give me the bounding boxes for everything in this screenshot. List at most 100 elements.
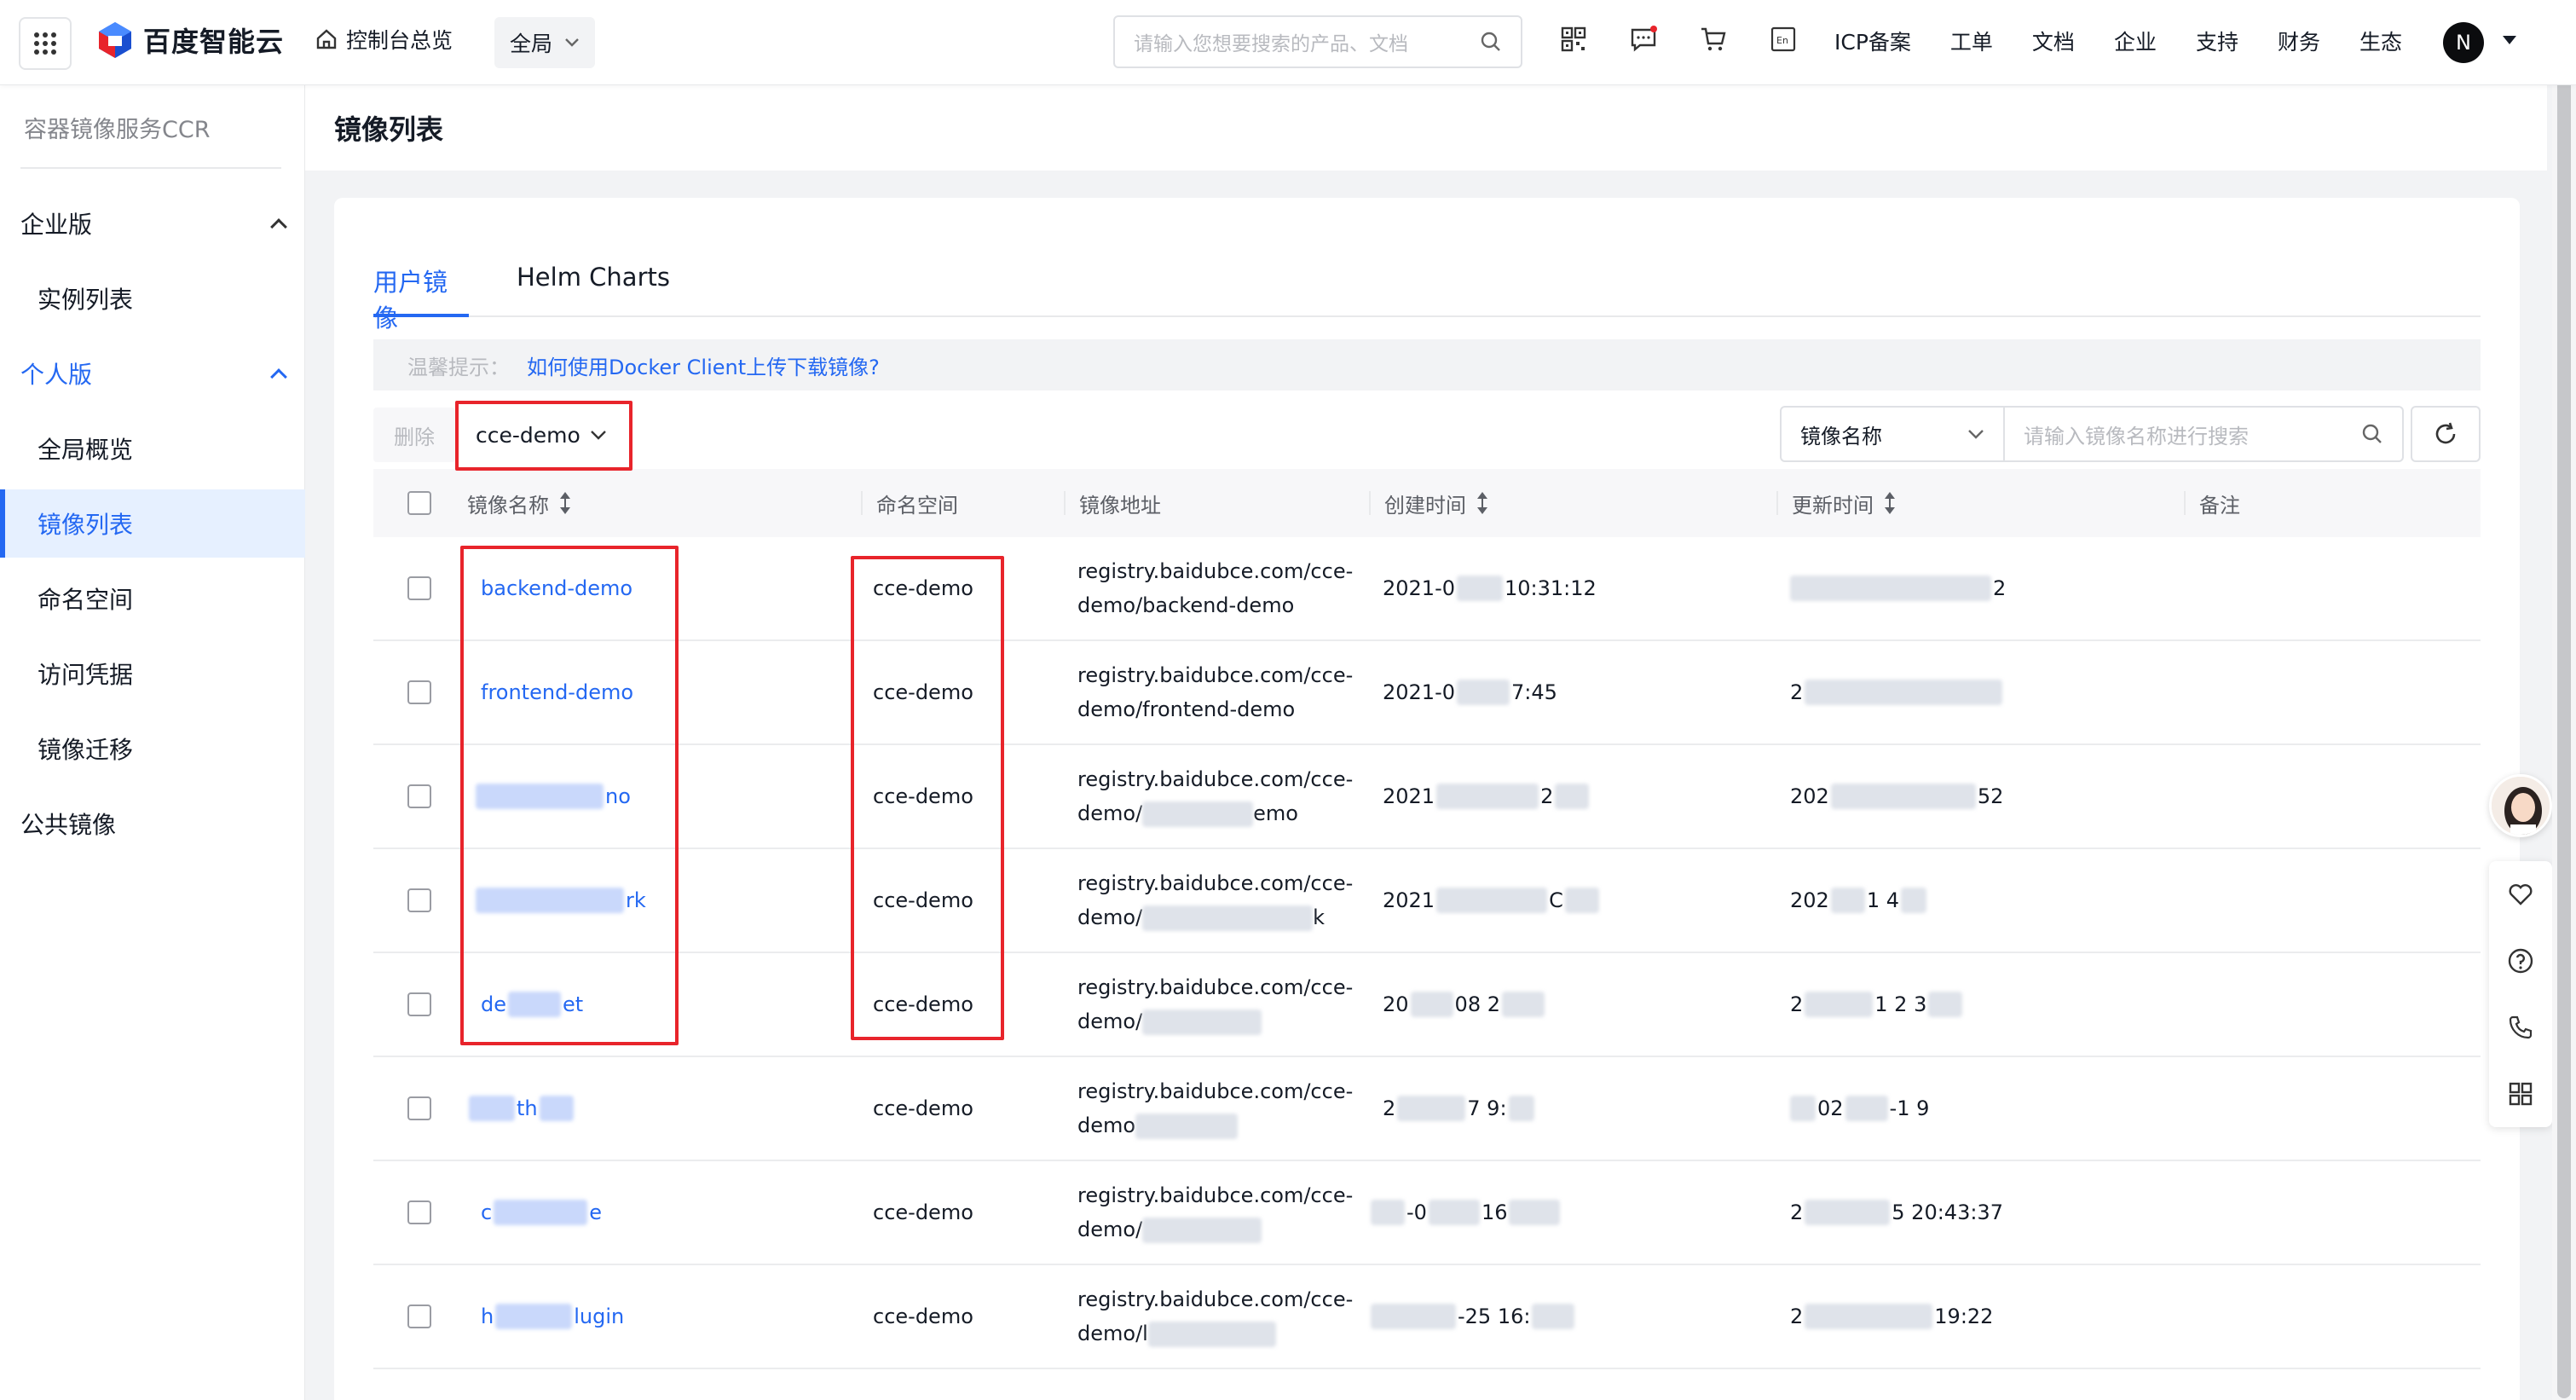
created-time-end: 10:31:12 [1505,576,1597,600]
tip-banner: 温馨提示： 如何使用Docker Client上传下载镜像? [373,339,2481,390]
console-home-link[interactable]: 控制台总览 [315,24,453,55]
sidebar: 容器镜像服务CCR 企业版 实例列表 个人版 全局概览 镜像列表 命名空间 访问… [0,85,305,1400]
sidebar-item-overview[interactable]: 全局概览 [0,414,305,483]
nav-ecosystem[interactable]: 生态 [2359,26,2402,56]
nav-support[interactable]: 支持 [2196,26,2238,56]
sidebar-group-personal[interactable]: 个人版 [20,356,287,390]
table-row: backend-demo cce-demo registry.baidubce.… [373,537,2481,641]
tab-helm-charts[interactable]: Helm Charts [517,263,670,317]
image-name-link[interactable]: h lugin [481,1265,624,1368]
user-avatar[interactable]: N [2443,22,2484,63]
created-time-cell: -25 16: [1371,1265,1575,1368]
phone-icon[interactable] [2507,1014,2534,1041]
apps-grid-icon[interactable] [2507,1080,2534,1108]
svg-text:En: En [1776,35,1788,46]
row-checkbox[interactable] [407,784,431,808]
language-en-icon[interactable]: En [1770,26,1797,53]
delete-button[interactable]: 删除 [373,408,455,462]
help-icon[interactable] [2507,947,2534,975]
cart-icon[interactable] [1700,26,1727,53]
sidebar-item-migration[interactable]: 镜像迁移 [0,714,305,783]
row-checkbox[interactable] [407,888,431,912]
redacted-block [1371,1304,1456,1329]
updated-time-end: -1 9 [1889,1096,1930,1120]
nav-enterprise[interactable]: 企业 [2114,26,2157,56]
nav-docs[interactable]: 文档 [2032,26,2075,56]
row-checkbox[interactable] [407,1305,431,1328]
table-row: ce cce-demo registry.baidubce.com/cce- d… [373,1161,2481,1265]
updated-time-cell: 2 1 2 3 [1790,953,1963,1056]
sidebar-group-public[interactable]: 公共镜像 [20,807,285,841]
row-checkbox[interactable] [407,1200,431,1224]
namespace-cell: cce-demo [873,1096,973,1120]
updated-time-cell: 202 1 4 [1790,849,1926,952]
image-name-link[interactable]: ce [481,1161,602,1264]
nav-finance[interactable]: 财务 [2278,26,2320,56]
heart-icon[interactable] [2507,881,2534,908]
image-search-input[interactable]: 请输入镜像名称进行搜索 [2003,406,2404,462]
redacted-block [469,1096,515,1121]
image-name-tail: th [517,1096,538,1120]
select-all-checkbox[interactable] [407,491,431,515]
row-checkbox[interactable] [407,992,431,1016]
created-time-end: 16 [1481,1200,1508,1224]
global-search-input[interactable]: 请输入您想要搜索的产品、文档 [1113,15,1522,68]
sidebar-item-image-list[interactable]: 镜像列表 [0,489,305,558]
column-label: 镜像名称 [467,493,549,518]
sort-icon[interactable] [1884,492,1896,514]
brand-logo[interactable]: 百度智能云 [95,20,284,60]
sidebar-item-label: 访问凭据 [38,661,134,689]
redacted-block [1509,1200,1561,1225]
message-icon[interactable] [1630,26,1657,53]
row-checkbox[interactable] [407,1096,431,1120]
tab-user-images[interactable]: 用户镜像 [373,263,469,333]
address-line: registry.baidubce.com/cce- [1077,1287,1354,1311]
sidebar-group-label: 企业版 [20,211,93,239]
redacted-block [1830,784,1976,809]
redacted-block [1371,1200,1405,1225]
docker-client-help-link[interactable]: 如何使用Docker Client上传下载镜像? [527,350,880,380]
redacted-block [1147,1322,1276,1347]
sidebar-item-instance-list[interactable]: 实例列表 [0,264,305,333]
nav-icp[interactable]: ICP备案 [1834,26,1911,56]
created-time-cell: 2021-0 7:45 [1383,641,1557,743]
address-cell: registry.baidubce.com/cce- demo/emo [1077,745,1353,848]
region-scope-dropdown[interactable]: 全局 [494,17,595,68]
sort-icon[interactable] [559,492,571,514]
redacted-block [1532,1304,1575,1329]
search-type-select[interactable]: 镜像名称 [1780,406,2003,462]
row-checkbox[interactable] [407,576,431,600]
sort-icon[interactable] [1476,492,1488,514]
image-name-start: c [481,1200,493,1224]
col-image-name[interactable]: 镜像名称 [467,469,571,537]
row-checkbox-cell [407,537,431,639]
chevron-up-icon [270,218,287,235]
col-created[interactable]: 创建时间 [1369,469,1488,537]
sidebar-item-credentials[interactable]: 访问凭据 [0,639,305,708]
redacted-block [1457,680,1510,705]
refresh-button[interactable] [2411,406,2481,462]
customer-service-avatar[interactable] [2489,774,2552,837]
sidebar-item-namespace[interactable]: 命名空间 [0,564,305,633]
logo-text: 百度智能云 [143,26,285,58]
updated-time-cell: 02 -1 9 [1790,1057,1929,1160]
sidebar-group-enterprise[interactable]: 企业版 [20,206,287,240]
image-name-link[interactable]: th [469,1057,574,1160]
annotation-image-name-box [460,546,679,1045]
address-line: registry.baidubce.com/cce- [1077,663,1354,687]
qrcode-icon[interactable] [1560,26,1587,53]
address-cell: registry.baidubce.com/cce- demo [1077,1057,1353,1160]
col-namespace: 命名空间 [861,469,958,537]
address-cell: registry.baidubce.com/cce- demo/ [1077,953,1353,1056]
caret-down-icon[interactable] [2503,36,2516,44]
sidebar-item-label: 镜像迁移 [38,736,134,764]
scrollbar-thumb[interactable] [2557,3,2571,1398]
annotation-namespace-column-box [851,556,1004,1040]
created-time-end: -25 16: [1458,1305,1531,1328]
address-line: registry.baidubce.com/cce- [1077,1183,1354,1207]
row-checkbox[interactable] [407,680,431,704]
nav-ticket[interactable]: 工单 [1950,26,1993,56]
redacted-block [1805,680,2003,705]
col-updated[interactable]: 更新时间 [1776,469,1896,537]
app-menu-button[interactable] [19,17,72,70]
